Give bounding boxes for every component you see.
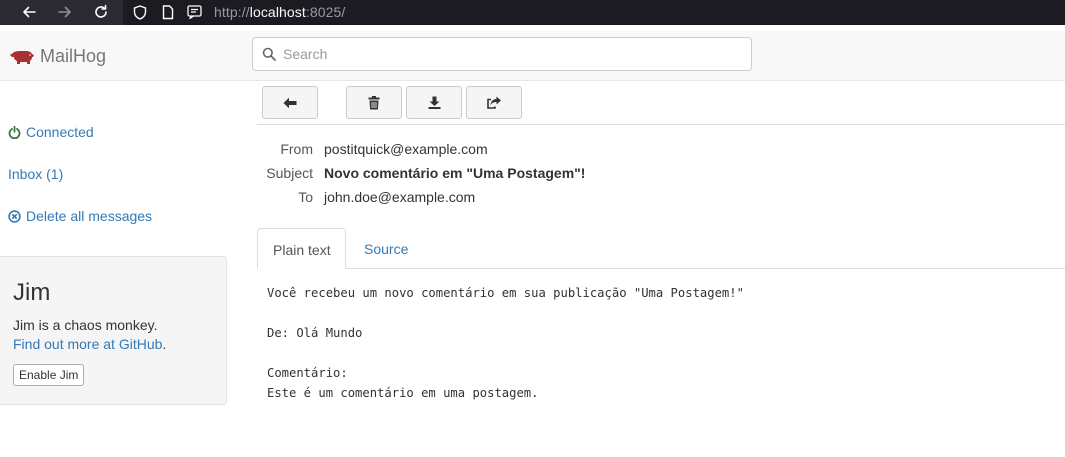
jim-title: Jim (13, 279, 51, 306)
search-field[interactable] (252, 37, 752, 71)
trash-icon (368, 95, 380, 109)
jim-panel: Jim Jim is a chaos monkey. Find out more… (0, 256, 227, 405)
arrow-left-icon (283, 97, 297, 108)
browser-toolbar: http://localhost:8025/ (0, 0, 1065, 25)
back-icon[interactable] (20, 3, 38, 21)
subject-value: Novo comentário em "Uma Postagem"! (324, 165, 586, 181)
to-value: john.doe@example.com (324, 189, 476, 205)
tab-plain-text[interactable]: Plain text (257, 228, 346, 269)
jim-link-line: Find out more at GitHub. (13, 336, 166, 352)
reload-icon[interactable] (92, 3, 110, 21)
remove-circle-icon (8, 209, 21, 223)
search-input[interactable] (283, 38, 743, 70)
address-bar[interactable]: http://localhost:8025/ (123, 0, 1065, 25)
tab-source[interactable]: Source (364, 241, 408, 257)
delete-button[interactable] (346, 86, 402, 119)
pig-logo-icon (10, 50, 34, 64)
download-icon (428, 96, 440, 109)
connected-label: Connected (26, 124, 94, 140)
reader-icon[interactable] (186, 4, 202, 20)
tabs-divider (257, 268, 1065, 269)
toolbar-divider (257, 124, 1065, 125)
delete-all-label: Delete all messages (26, 208, 153, 224)
to-label: To (298, 189, 313, 205)
connection-status[interactable]: Connected (8, 124, 94, 140)
search-icon (262, 47, 276, 61)
url-text[interactable]: http://localhost:8025/ (214, 4, 345, 20)
jim-link-suffix: . (162, 336, 167, 352)
release-button[interactable] (466, 86, 522, 119)
page-icon[interactable] (160, 4, 176, 20)
from-label: From (280, 141, 313, 157)
message-body: Você recebeu um novo comentário em sua p… (267, 286, 744, 400)
brand[interactable]: MailHog (9, 46, 106, 67)
share-icon (486, 96, 501, 109)
sidebar-item-inbox[interactable]: Inbox (1) (8, 166, 63, 182)
inbox-label: Inbox (1) (8, 166, 64, 182)
jim-description: Jim is a chaos monkey. (13, 317, 158, 333)
delete-all-messages-link[interactable]: Delete all messages (8, 208, 152, 224)
github-link[interactable]: Find out more at GitHub (13, 336, 162, 352)
shield-icon[interactable] (132, 4, 148, 20)
enable-jim-button[interactable]: Enable Jim (13, 364, 85, 386)
power-icon (8, 125, 21, 139)
forward-icon[interactable] (56, 3, 74, 21)
back-button[interactable] (262, 86, 318, 119)
from-value: postitquick@example.com (324, 141, 488, 157)
app-header: MailHog (0, 31, 1065, 81)
download-button[interactable] (406, 86, 462, 119)
subject-label: Subject (266, 165, 313, 181)
brand-name: MailHog (40, 46, 107, 66)
